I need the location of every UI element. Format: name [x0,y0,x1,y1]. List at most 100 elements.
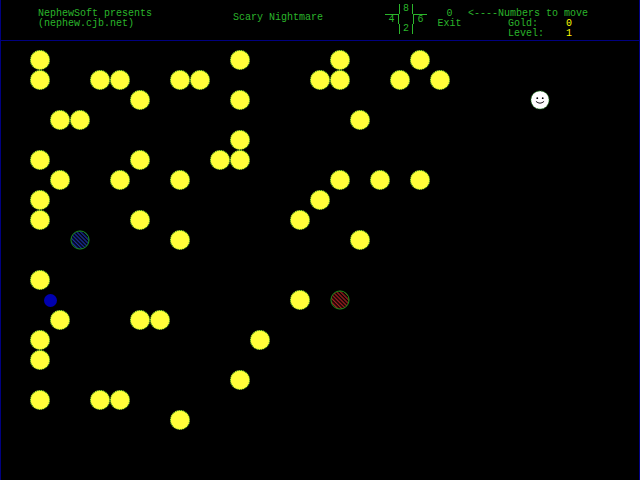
gold-coin [330,170,350,190]
gold-token [110,70,130,90]
gold-coin [230,370,250,390]
gold-token [250,330,270,350]
header: NephewSoft presents(nephew.cjb.net)Scary… [1,0,639,41]
gold-token [30,210,50,230]
gold-token [50,310,70,330]
gold-token [30,270,50,290]
gold-token [390,70,410,90]
gold-token [90,70,110,90]
gold-token [210,150,230,170]
stat-row: Gold:0 [468,19,588,29]
gold-token [350,110,370,130]
gold-token [150,310,170,330]
gold-token [330,50,350,70]
gold-coin [110,170,130,190]
gold-coin [330,70,350,90]
smiley-icon [530,89,550,111]
game-screen: NephewSoft presents(nephew.cjb.net)Scary… [0,0,640,480]
gold-coin [390,70,410,90]
gold-coin [410,170,430,190]
key-right[interactable]: 6 [413,14,427,24]
gold-token [70,110,90,130]
monster-icon [70,229,90,251]
blue-dot [44,294,57,307]
gold-coin [350,230,370,250]
gold-coin [290,290,310,310]
gold-token [170,410,190,430]
gold-token [230,370,250,390]
key-down[interactable]: 2 [399,24,413,34]
gold-coin [90,70,110,90]
monster-token [330,290,350,310]
gold-coin [230,90,250,110]
gold-token [230,50,250,70]
gold-coin [210,150,230,170]
gold-coin [30,390,50,410]
gold-token [350,230,370,250]
gold-token [130,310,150,330]
gold-coin [50,110,70,130]
gold-coin [410,50,430,70]
gold-token [330,70,350,90]
exit-control[interactable]: 0Exit [431,0,468,29]
gold-token [30,190,50,210]
gold-token [50,170,70,190]
credit-line: (nephew.cjb.net) [38,19,233,29]
gold-token [410,170,430,190]
gold-coin [330,50,350,70]
gold-coin [130,310,150,330]
exit-key: 0 [446,9,452,19]
gold-coin [170,70,190,90]
gold-token [310,190,330,210]
stat-label: Gold: [508,19,566,29]
stat-value: 0 [566,19,572,29]
gold-token [310,70,330,90]
gold-coin [130,210,150,230]
gold-coin [50,170,70,190]
gold-token [230,130,250,150]
gold-token [170,70,190,90]
gold-coin [70,110,90,130]
gold-coin [170,230,190,250]
gold-coin [170,170,190,190]
gold-token [170,170,190,190]
gold-coin [110,70,130,90]
gold-coin [110,390,130,410]
gold-token [30,150,50,170]
gold-token [30,50,50,70]
gold-coin [30,350,50,370]
gold-coin [30,70,50,90]
credits: NephewSoft presents(nephew.cjb.net) [38,0,233,29]
stat-value: 1 [566,29,572,39]
gold-coin [30,210,50,230]
monster-token [70,230,90,250]
gold-coin [230,50,250,70]
gold-token [130,150,150,170]
gold-coin [230,130,250,150]
gold-coin [430,70,450,90]
game-title: Scary Nightmare [233,0,385,23]
gold-token [330,170,350,190]
gold-coin [170,410,190,430]
gold-token [290,290,310,310]
gold-token [30,330,50,350]
monster-icon [330,289,350,311]
gold-token [370,170,390,190]
gold-coin [30,190,50,210]
gold-token [410,50,430,70]
move-hint: <----Numbers to move [468,9,588,19]
gold-token [50,110,70,130]
gold-token [170,230,190,250]
gold-token [430,70,450,90]
gold-coin [190,70,210,90]
gold-coin [30,150,50,170]
gold-coin [30,330,50,350]
gold-coin [290,210,310,230]
exit-label: Exit [437,19,461,29]
dot-token [40,290,60,310]
stat-row: Level:1 [468,29,588,39]
key-up[interactable]: 8 [399,4,413,14]
gold-token [130,90,150,110]
gold-token [30,350,50,370]
key-left[interactable]: 4 [385,14,399,24]
